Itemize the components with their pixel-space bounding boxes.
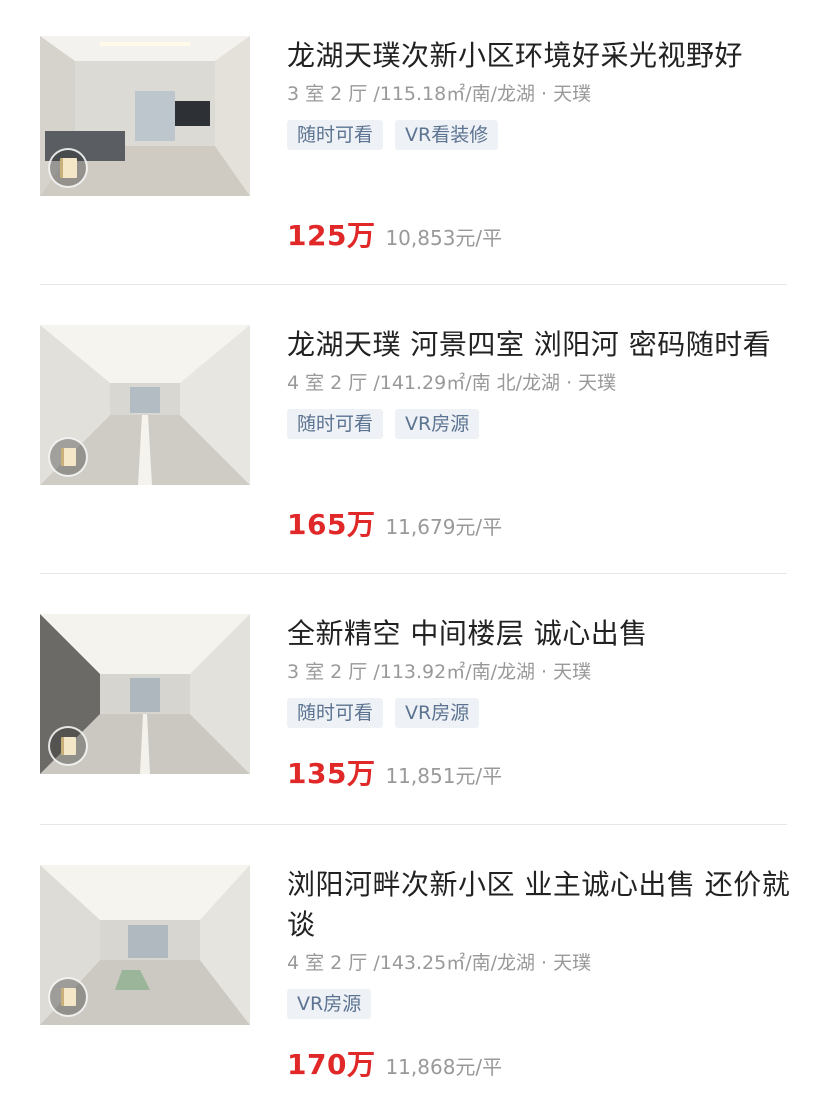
price-row: 170万 11,868元/平	[287, 1043, 502, 1083]
unit-price: 10,853元/平	[385, 226, 503, 250]
tag-vr: VR房源	[395, 698, 480, 728]
listing-photo[interactable]	[40, 36, 250, 196]
total-price: 165万	[287, 508, 376, 541]
tag-viewing: 随时可看	[287, 409, 384, 439]
play-pause-icon[interactable]	[48, 148, 88, 188]
tag-list: VR房源	[287, 989, 792, 1019]
divider	[40, 824, 787, 825]
divider	[40, 573, 787, 574]
vr-cube-icon[interactable]	[48, 726, 88, 766]
divider	[40, 284, 787, 285]
tag-vr: VR房源	[395, 409, 480, 439]
vr-cube-icon[interactable]	[48, 437, 88, 477]
listing-meta: 4 室 2 厅 /143.25㎡/南/龙湖 · 天璞	[287, 952, 592, 974]
total-price: 135万	[287, 757, 376, 790]
price-row: 165万 11,679元/平	[287, 503, 502, 543]
tag-viewing: 随时可看	[287, 120, 384, 150]
tag-viewing: 随时可看	[287, 698, 384, 728]
listing-title[interactable]: 龙湖天璞次新小区环境好采光视野好	[287, 36, 792, 76]
tag-vr: VR房源	[287, 989, 372, 1019]
listing-meta: 3 室 2 厅 /113.92㎡/南/龙湖 · 天璞	[287, 661, 592, 683]
unit-price: 11,851元/平	[385, 764, 503, 788]
listing-title[interactable]: 全新精空 中间楼层 诚心出售	[287, 614, 792, 654]
price-row: 125万 10,853元/平	[287, 214, 502, 254]
listing-photo[interactable]	[40, 614, 250, 774]
total-price: 125万	[287, 219, 376, 252]
listing-title[interactable]: 浏阳河畔次新小区 业主诚心出售 还价就谈	[287, 865, 792, 945]
listing-photo[interactable]	[40, 865, 250, 1025]
tag-vr: VR看装修	[395, 120, 499, 150]
tag-list: 随时可看 VR房源	[287, 698, 792, 728]
listing-title[interactable]: 龙湖天璞 河景四室 浏阳河 密码随时看	[287, 325, 792, 365]
tag-list: 随时可看 VR看装修	[287, 120, 792, 150]
price-row: 135万 11,851元/平	[287, 752, 502, 792]
unit-price: 11,679元/平	[385, 515, 503, 539]
tag-list: 随时可看 VR房源	[287, 409, 792, 439]
unit-price: 11,868元/平	[385, 1055, 503, 1079]
listing-meta: 3 室 2 厅 /115.18㎡/南/龙湖 · 天璞	[287, 83, 592, 105]
vr-cube-icon[interactable]	[48, 977, 88, 1017]
total-price: 170万	[287, 1048, 376, 1081]
listing-photo[interactable]	[40, 325, 250, 485]
listing-meta: 4 室 2 厅 /141.29㎡/南 北/龙湖 · 天璞	[287, 372, 617, 394]
